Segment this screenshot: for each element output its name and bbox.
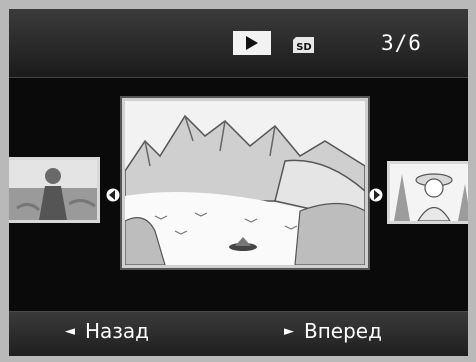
sd-card-icon: SD [293, 37, 314, 53]
image-counter: 3/6 [381, 31, 422, 55]
play-icon [233, 31, 271, 55]
next-photo-thumbnail[interactable] [387, 161, 468, 224]
left-triangle-icon: ◄ [65, 323, 75, 339]
person-photo-icon [9, 160, 97, 220]
previous-photo-thumbnail[interactable] [9, 157, 100, 223]
current-photo [122, 98, 368, 268]
svg-text:SD: SD [296, 42, 312, 53]
forward-button[interactable]: ► Вперед [284, 319, 382, 343]
next-arrow-icon[interactable] [369, 187, 383, 203]
right-triangle-icon: ► [284, 323, 294, 339]
navigation-bar: ◄ Назад ► Вперед [9, 311, 468, 356]
previous-arrow-icon[interactable] [106, 187, 120, 203]
camera-screen: SD 3/6 ◄ Назад ► Вперед [9, 9, 468, 356]
woman-hat-photo-icon [390, 164, 468, 221]
back-button[interactable]: ◄ Назад [65, 319, 149, 343]
back-label: Назад [85, 319, 150, 343]
forward-label: Вперед [304, 319, 382, 343]
status-bar: SD 3/6 [9, 9, 468, 78]
mountain-lake-photo-icon [125, 101, 365, 265]
